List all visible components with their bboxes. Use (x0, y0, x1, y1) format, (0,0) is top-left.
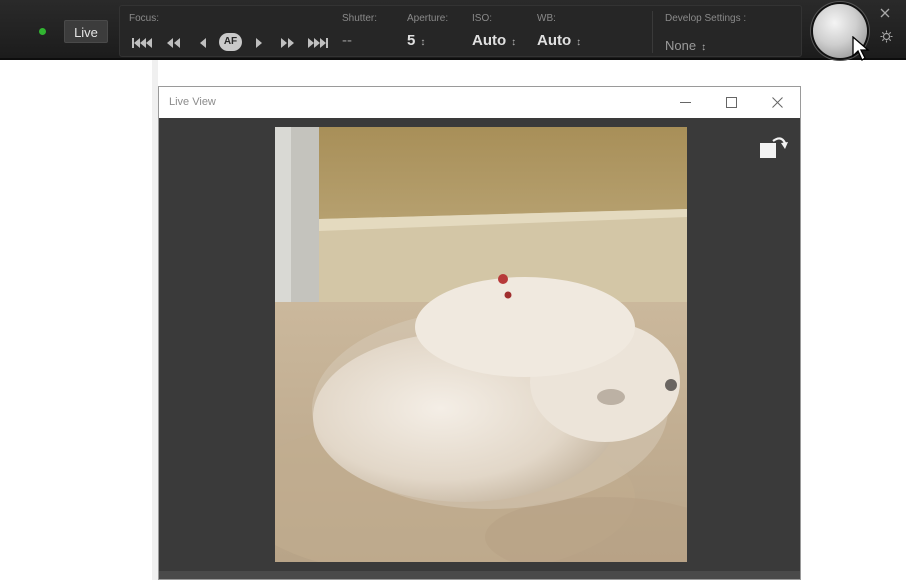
focus-far-3-icon[interactable] (132, 34, 154, 52)
autofocus-button[interactable]: AF (219, 33, 242, 51)
spinner-icon: ↕ (511, 37, 517, 48)
live-view-button[interactable]: Live (64, 20, 108, 43)
wb-label: WB: (537, 13, 556, 24)
focus-near-1-icon[interactable] (255, 34, 263, 52)
minimize-button[interactable] (662, 87, 708, 118)
live-view-image[interactable] (275, 127, 687, 562)
camera-toolbar: Live Focus: AF Shutter: -- Aperture: 5↕ (0, 0, 906, 60)
shutter-label: Shutter: (342, 13, 378, 24)
focus-far-2-icon[interactable] (166, 34, 181, 52)
window-status-strip (159, 571, 800, 579)
focus-near-2-icon[interactable] (280, 34, 295, 52)
window-titlebar[interactable]: Live View (159, 87, 800, 118)
minimize-icon (679, 102, 691, 103)
focus-label: Focus: (129, 13, 160, 24)
live-view-window: Live View (158, 86, 801, 580)
spinner-icon: ↕ (701, 42, 707, 53)
spinner-icon: ↕ (420, 37, 426, 48)
develop-settings-label: Develop Settings : (665, 13, 747, 24)
close-button[interactable] (754, 87, 800, 118)
aperture-label: Aperture: (407, 13, 449, 24)
maximize-icon (725, 97, 737, 108)
mouse-cursor-icon (852, 35, 870, 67)
aperture-select[interactable]: 5 ↕ (407, 32, 425, 49)
aperture-value: 5 (407, 32, 416, 49)
wb-value: Auto (537, 32, 572, 49)
rotate-icon[interactable] (759, 133, 789, 164)
shutter-value[interactable]: -- (342, 32, 352, 49)
iso-select[interactable]: Auto ↕ (472, 32, 516, 49)
iso-label: ISO: (472, 13, 493, 24)
iso-value: Auto (472, 32, 507, 49)
maximize-button[interactable] (708, 87, 754, 118)
develop-settings-value: None (665, 38, 697, 53)
settings-gear-icon[interactable] (880, 30, 893, 48)
wb-select[interactable]: Auto ↕ (537, 32, 581, 49)
panel-divider (652, 11, 653, 53)
close-icon (771, 97, 783, 108)
close-icon[interactable] (880, 6, 890, 21)
spinner-icon: ↕ (576, 37, 582, 48)
camera-settings-panel: Focus: AF Shutter: -- Aperture: 5↕ ISO: (119, 5, 802, 57)
window-title: Live View (169, 96, 216, 108)
focus-far-1-icon[interactable] (199, 34, 207, 52)
live-status-indicator (39, 28, 46, 35)
develop-settings-select[interactable]: None ↕ (665, 38, 706, 53)
focus-near-3-icon[interactable] (306, 34, 328, 52)
